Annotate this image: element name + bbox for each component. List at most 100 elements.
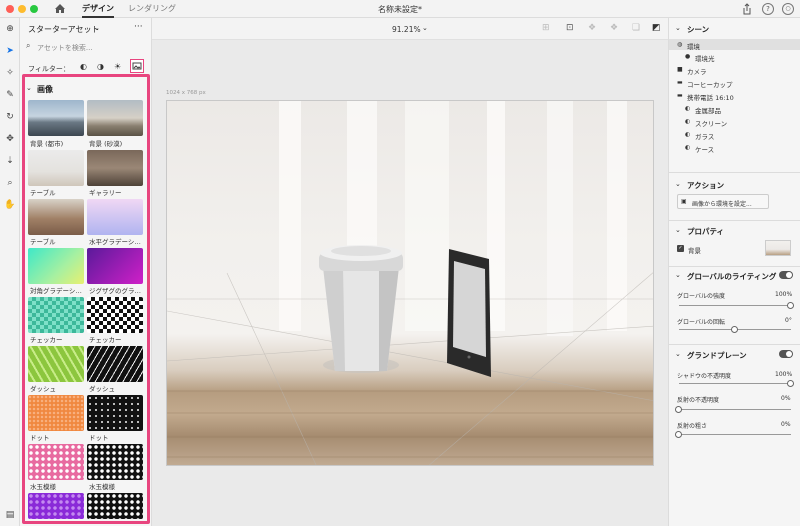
tab-design[interactable]: デザイン <box>82 3 114 18</box>
global-lighting-title: グローバルのライティング <box>687 272 777 281</box>
dolly-icon[interactable]: ⇣ <box>3 154 17 168</box>
image-icon <box>132 62 142 70</box>
properties-title: プロパティ <box>687 227 725 236</box>
global-lighting-toggle[interactable] <box>779 271 793 279</box>
reflect-rough-label: 反射の粗さ <box>677 423 708 430</box>
shadow-track <box>679 383 791 384</box>
folder-icon: ▬ <box>677 92 683 99</box>
action-button-label: 画像から環境を設定... <box>692 200 752 208</box>
rotation-value: 0° <box>785 317 792 324</box>
scene-item-cup[interactable]: コーヒーカップ <box>687 79 733 89</box>
image-icon: ▣ <box>681 198 687 205</box>
title-bar: デザイン レンダリング 名称未設定* ? ○ <box>0 0 800 18</box>
options-bar: 91.21% ⌄ ⊞ ⊡ ❖ ❖ ❏ ◩ <box>152 18 668 40</box>
document-title: 名称未設定* <box>378 5 422 14</box>
model-filter-icon[interactable]: ◐ <box>80 62 87 71</box>
filter-label: フィルター： <box>28 65 70 73</box>
scene-item-phone[interactable]: 携帯電話 16:10 <box>687 92 734 102</box>
home-icon[interactable] <box>54 3 66 14</box>
scene-viewport[interactable] <box>166 100 654 466</box>
scene-item-metal[interactable]: 金属部品 <box>695 105 721 115</box>
duplicate-icon[interactable]: ❏ <box>632 23 640 33</box>
hand-icon[interactable]: ✋ <box>3 198 17 212</box>
close-window-button[interactable] <box>6 5 14 13</box>
scene-item-case[interactable]: ケース <box>695 144 714 154</box>
material-icon: ◐ <box>685 118 691 125</box>
panel-toggle-icon[interactable]: ▤ <box>3 508 17 522</box>
sample-material-icon[interactable]: ✎ <box>3 88 17 102</box>
background-label: 背景 <box>688 247 701 255</box>
highlight-frame <box>22 74 150 524</box>
select-tool-icon[interactable]: ➤ <box>3 44 17 58</box>
divider <box>669 172 800 173</box>
chevron-down-icon[interactable]: ⌄ <box>675 180 681 188</box>
minimize-window-button[interactable] <box>18 5 26 13</box>
intensity-value: 100% <box>775 291 793 298</box>
background-thumbnail[interactable] <box>765 240 791 256</box>
tab-render[interactable]: レンダリング <box>128 3 176 14</box>
reflect-opacity-value: 0% <box>781 395 791 402</box>
more-icon[interactable]: ··· <box>134 22 143 32</box>
divider <box>669 344 800 345</box>
scene-item-camera[interactable]: カメラ <box>687 66 707 76</box>
rotation-slider[interactable] <box>731 326 738 333</box>
magic-select-icon[interactable]: ✧ <box>3 66 17 80</box>
shadow-slider[interactable] <box>787 380 794 387</box>
chevron-down-icon[interactable]: ⌄ <box>675 350 681 358</box>
scene-item-environment[interactable]: 環境 <box>687 41 700 51</box>
zoom-level[interactable]: 91.21% <box>392 25 421 34</box>
account-icon[interactable]: ○ <box>782 3 794 15</box>
chevron-down-icon[interactable]: ⌄ <box>675 226 681 234</box>
light-filter-icon[interactable]: ☀ <box>114 62 121 71</box>
tool-bar: ⊕ ➤ ✧ ✎ ↻ ✥ ⇣ ⌕ ✋ ▤ <box>0 18 20 526</box>
reflect-rough-track <box>679 434 791 435</box>
zoom-window-button[interactable] <box>30 5 38 13</box>
chevron-down-icon[interactable]: ⌄ <box>675 271 681 279</box>
reflect-rough-value: 0% <box>781 421 791 428</box>
divider <box>669 220 800 221</box>
material-icon: ◐ <box>685 144 691 151</box>
scene-item-glass[interactable]: ガラス <box>695 131 714 141</box>
intensity-slider[interactable] <box>787 302 794 309</box>
chevron-down-icon[interactable]: ⌄ <box>675 24 681 32</box>
actions-title: アクション <box>687 181 725 190</box>
intensity-label: グローバルの強度 <box>677 293 725 300</box>
light-icon: ● <box>685 53 691 60</box>
background-checkbox[interactable]: ✓ <box>677 245 684 252</box>
group-icon[interactable]: ❖ <box>588 23 596 33</box>
chevron-down-icon[interactable]: ⌄ <box>94 24 100 32</box>
chevron-down-icon[interactable]: ⌄ <box>422 24 428 32</box>
render-preview-icon[interactable]: ◩ <box>652 23 661 33</box>
reflect-opacity-slider[interactable] <box>675 406 682 413</box>
scene-title: シーン <box>687 25 710 34</box>
assets-title[interactable]: スターターアセット <box>28 24 100 35</box>
ground-plane-toggle[interactable] <box>779 350 793 358</box>
material-icon: ◐ <box>685 131 691 138</box>
pan-icon[interactable]: ✥ <box>3 132 17 146</box>
align-icon[interactable]: ⊡ <box>566 23 574 33</box>
zoom-icon[interactable]: ⌕ <box>3 176 17 190</box>
reflect-opacity-label: 反射の不透明度 <box>677 397 720 404</box>
material-icon: ◐ <box>685 105 691 112</box>
add-icon[interactable]: ⊕ <box>3 22 17 36</box>
material-filter-icon[interactable]: ◑ <box>97 62 104 71</box>
rotation-label: グローバルの回転 <box>677 319 725 326</box>
scene-item-ambient[interactable]: 環境光 <box>695 53 715 63</box>
asset-search-input[interactable]: ⌕ アセットを検索... <box>24 40 148 54</box>
shadow-label: シャドウの不透明度 <box>677 373 732 380</box>
shadow-value: 100% <box>775 371 793 378</box>
help-icon[interactable]: ? <box>762 3 774 15</box>
canvas-size-label: 1024 x 768 px <box>166 90 206 96</box>
reflect-rough-slider[interactable] <box>675 431 682 438</box>
folder-icon: ▬ <box>677 79 683 86</box>
properties-panel: ⌄ シーン ◍ 環境 ● 環境光 ■ カメラ ▬ コーヒーカップ ▬ 携帯電話 … <box>668 18 800 526</box>
scene-artwork <box>167 101 653 465</box>
intensity-track <box>679 305 791 306</box>
orbit-icon[interactable]: ↻ <box>3 110 17 124</box>
scene-item-screen[interactable]: スクリーン <box>695 118 727 128</box>
image-filter-button[interactable] <box>130 59 144 73</box>
ungroup-icon[interactable]: ❖ <box>610 23 618 33</box>
share-icon[interactable] <box>742 3 752 15</box>
set-environment-from-image-button[interactable]: ▣ 画像から環境を設定... <box>677 194 769 209</box>
frame-icon[interactable]: ⊞ <box>542 23 550 33</box>
